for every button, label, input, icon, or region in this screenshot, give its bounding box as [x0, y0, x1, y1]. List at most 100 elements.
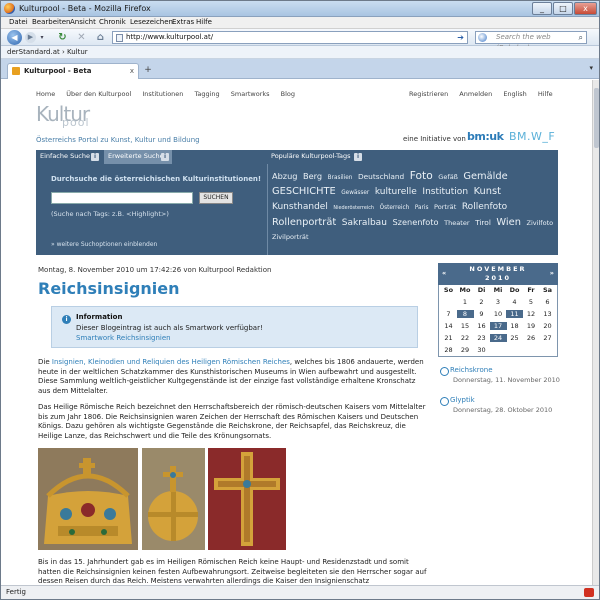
nav-hilfe[interactable]: Hilfe — [538, 90, 553, 98]
menu-bearbeiten[interactable]: Bearbeiten — [32, 18, 70, 26]
calendar-day[interactable]: 12 — [523, 310, 540, 318]
tag-tirol[interactable]: Tirol — [475, 218, 491, 227]
calendar-day[interactable]: 9 — [473, 310, 490, 318]
menu-chronik[interactable]: Chronik — [99, 18, 126, 26]
reload-icon[interactable]: ↻ — [56, 31, 69, 44]
tag-gemälde[interactable]: Gemälde — [463, 171, 507, 182]
more-search-options-link[interactable]: » weitere Suchoptionen einblenden — [51, 241, 157, 248]
smartwork-link[interactable]: Smartwork Reichsinsignien — [76, 334, 171, 342]
nav-tagging[interactable]: Tagging — [194, 90, 219, 98]
bookmark-derstandard[interactable]: derStandard.at › Kultur — [7, 48, 88, 56]
go-arrow-icon[interactable]: ➔ — [457, 32, 464, 43]
calendar-day[interactable]: 15 — [457, 322, 474, 330]
calendar-next-button[interactable]: » — [550, 269, 554, 277]
scrollbar-thumb[interactable] — [594, 88, 599, 148]
calendar-day[interactable]: 26 — [523, 334, 540, 342]
tag-kunsthandel[interactable]: Kunsthandel — [272, 202, 328, 212]
tag-szenenfoto[interactable]: Szenenfoto — [392, 217, 438, 227]
tag-kulturelle[interactable]: kulturelle — [375, 187, 417, 197]
calendar-day[interactable]: 1 — [457, 298, 474, 306]
tag-deutschland[interactable]: Deutschland — [358, 172, 404, 181]
tag-wien[interactable]: Wien — [496, 217, 521, 228]
info-icon[interactable]: i — [91, 153, 99, 161]
tag-paris[interactable]: Paris — [415, 205, 429, 211]
search-input[interactable] — [51, 192, 193, 204]
tag-gewässer[interactable]: Gewässer — [341, 190, 369, 196]
forward-icon[interactable]: ▶ — [25, 32, 36, 43]
menu-lesezeichen[interactable]: Lesezeichen — [130, 18, 173, 26]
calendar-day[interactable]: 10 — [490, 310, 507, 318]
calendar-day[interactable]: 3 — [490, 298, 507, 306]
tab-simple-search[interactable]: Einfache Suche i — [36, 150, 102, 164]
tag-österreich[interactable]: Österreich — [380, 205, 410, 211]
crown-image[interactable] — [38, 448, 138, 550]
tag-gefäß[interactable]: Gefäß — [438, 173, 458, 181]
url-bar[interactable]: http://www.kulturpool.at/ ➔ — [112, 31, 468, 44]
info-icon[interactable]: i — [161, 153, 169, 161]
kulturpool-logo[interactable]: Kultur pool — [36, 102, 98, 132]
tag-niederösterreich[interactable]: Niederösterreich — [333, 205, 374, 211]
calendar-day[interactable]: 29 — [457, 346, 474, 354]
tab-close-icon[interactable]: x — [130, 64, 134, 78]
home-icon[interactable]: ⌂ — [94, 31, 107, 44]
nav-english[interactable]: English — [503, 90, 526, 98]
back-icon[interactable]: ◀ — [7, 30, 22, 45]
tag-zivilporträt[interactable]: Zivilporträt — [272, 233, 309, 241]
menu-hilfe[interactable]: Hilfe — [196, 18, 212, 26]
vertical-scrollbar[interactable] — [592, 80, 599, 585]
tag-sakralbau[interactable]: Sakralbau — [342, 218, 387, 228]
addon-status-icon[interactable] — [584, 588, 594, 597]
tag-foto[interactable]: Foto — [410, 169, 433, 182]
tag-berg[interactable]: Berg — [303, 171, 322, 181]
post-title[interactable]: Reichsinsignien — [38, 279, 180, 298]
calendar-day[interactable]: 5 — [523, 298, 540, 306]
calendar-day[interactable]: 11 — [506, 310, 523, 318]
calendar-day[interactable]: 25 — [506, 334, 523, 342]
calendar-day[interactable]: 2 — [473, 298, 490, 306]
search-icon[interactable]: ⌕ — [579, 32, 583, 43]
new-tab-button[interactable]: + — [142, 64, 154, 76]
search-engine-icon[interactable] — [478, 33, 487, 42]
tag-geschichte[interactable]: GESCHICHTE — [272, 186, 336, 197]
calendar-day[interactable]: 17 — [489, 322, 507, 330]
tag-institution[interactable]: Institution — [422, 187, 468, 197]
calendar-day[interactable]: 22 — [457, 334, 474, 342]
calendar-day[interactable]: 14 — [440, 322, 457, 330]
nav-home[interactable]: Home — [36, 90, 55, 98]
sidebar-link-glyptik[interactable]: Glyptik — [440, 396, 552, 406]
tag-porträt[interactable]: Porträt — [434, 203, 456, 211]
calendar-day[interactable]: 6 — [539, 298, 556, 306]
calendar-day[interactable]: 8 — [456, 310, 474, 318]
history-dropdown-icon[interactable]: ▾ — [38, 33, 46, 42]
cross-image[interactable] — [208, 448, 286, 550]
tag-abzug[interactable]: Abzug — [272, 171, 297, 181]
menu-extras[interactable]: Extras — [172, 18, 194, 26]
insignien-link[interactable]: Insignien, Kleinodien und Reliquien des … — [52, 358, 290, 366]
tab-kulturpool[interactable]: Kulturpool - Beta x — [7, 63, 139, 79]
calendar-day[interactable]: 21 — [440, 334, 457, 342]
nav-registrieren[interactable]: Registrieren — [409, 90, 448, 98]
tag-zivilfoto[interactable]: Zivilfoto — [526, 219, 553, 227]
minimize-button[interactable]: _ — [532, 2, 552, 15]
web-search-field[interactable]: Search the web (Babylon) ⌕ — [475, 31, 587, 52]
nav-blog[interactable]: Blog — [281, 90, 295, 98]
tag-rollenporträt[interactable]: Rollenporträt — [272, 217, 336, 228]
calendar-day[interactable]: 7 — [440, 310, 457, 318]
close-button[interactable]: x — [574, 2, 597, 15]
tab-advanced-search[interactable]: Erweiterte Suche i — [104, 150, 172, 164]
nav-anmelden[interactable]: Anmelden — [459, 90, 492, 98]
tag-kunst[interactable]: Kunst — [474, 186, 501, 197]
calendar-day[interactable]: 24 — [489, 334, 507, 342]
calendar-day[interactable]: 16 — [473, 322, 490, 330]
bmwf-logo[interactable]: BM.W_F — [509, 130, 555, 143]
menu-datei[interactable]: Datei — [9, 18, 28, 26]
orb-image[interactable] — [142, 448, 205, 550]
info-icon[interactable]: i — [354, 153, 362, 161]
sidebar-link-reichskrone[interactable]: Reichskrone — [440, 366, 560, 376]
menu-ansicht[interactable]: Ansicht — [70, 18, 96, 26]
nav-smartworks[interactable]: Smartworks — [231, 90, 270, 98]
tag-theater[interactable]: Theater — [444, 219, 469, 227]
calendar-day[interactable]: 30 — [473, 346, 490, 354]
search-button[interactable]: SUCHEN — [199, 192, 233, 204]
maximize-button[interactable]: □ — [553, 2, 573, 15]
